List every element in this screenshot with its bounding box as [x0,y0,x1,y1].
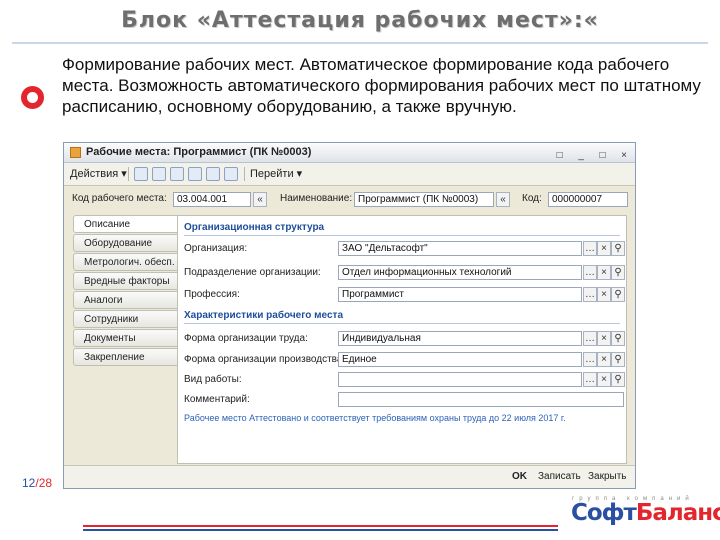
tab-documents[interactable]: Документы [73,329,180,347]
company-logo: СофтБаланс [571,500,720,526]
tab-description[interactable]: Описание [73,215,180,233]
ellipsis-icon[interactable]: … [583,372,597,387]
refresh-icon[interactable] [206,167,220,181]
code-field[interactable]: 03.004.001 [173,192,251,207]
tab-harmful-factors[interactable]: Вредные факторы [73,272,180,290]
section-divider [184,235,620,236]
actions-menu[interactable]: Действия ▾ [70,167,127,180]
production-form-field[interactable]: Единое [338,352,582,367]
nav-back-icon[interactable]: « [496,192,510,207]
tab-list: Описание Оборудование Метрологич. обесп.… [73,215,180,367]
app-window: Рабочие места: Программист (ПК №0003) □ … [63,142,636,489]
ellipsis-icon[interactable]: … [583,241,597,256]
labor-form-label: Форма организации труда: [184,333,308,344]
search-icon[interactable]: ⚲ [611,265,625,280]
page-total: 28 [38,476,53,490]
bullet-icon [21,86,44,109]
logo-part-balance: Баланс [635,500,720,526]
search-icon[interactable]: ⚲ [611,331,625,346]
title-divider [12,42,708,44]
production-form-label: Форма организации производства: [184,354,346,365]
clear-icon[interactable]: × [597,352,611,367]
close-button[interactable]: Закрыть [584,469,631,484]
tab-metrology[interactable]: Метрологич. обесп. [73,253,180,271]
ellipsis-icon[interactable]: … [583,265,597,280]
window-toolbar: Действия ▾ Перейти ▾ [64,163,635,186]
org-label: Организация: [184,243,248,254]
search-icon[interactable]: ⚲ [611,352,625,367]
clear-icon[interactable]: × [597,241,611,256]
dept-field[interactable]: Отдел информационных технологий [338,265,582,280]
footer-blue-line [83,529,558,531]
maximize-icon[interactable]: □ [596,149,610,163]
copy-icon[interactable] [152,167,166,181]
section-title-org: Организационная структура [184,222,325,233]
clear-icon[interactable]: × [597,372,611,387]
code2-label: Код: [522,193,542,204]
window-bottom-bar: OK Записать Закрыть [64,465,635,488]
dept-label: Подразделение организации: [184,267,321,278]
tab-employees[interactable]: Сотрудники [73,310,180,328]
section-divider [184,323,620,324]
org-field[interactable]: ЗАО "Дельтасофт" [338,241,582,256]
search-icon[interactable]: ⚲ [611,287,625,302]
goto-menu[interactable]: Перейти ▾ [250,167,302,180]
comment-field[interactable] [338,392,624,407]
name-label: Наименование: [280,193,353,204]
comment-label: Комментарий: [184,394,250,405]
slide-paragraph: Формирование рабочих мест. Автоматическо… [62,55,701,116]
code-label: Код рабочего места: [72,193,167,204]
delete-icon[interactable] [188,167,202,181]
window-titlebar: Рабочие места: Программист (ПК №0003) □ … [64,143,635,163]
slide-title: Блок «Аттестация рабочих мест»:« [121,8,599,33]
clear-icon[interactable]: × [597,265,611,280]
code2-field[interactable]: 000000007 [548,192,628,207]
nav-back-icon[interactable]: « [253,192,267,207]
page-number: 12/28 [22,476,52,490]
tab-analogs[interactable]: Аналоги [73,291,180,309]
edit-icon[interactable] [170,167,184,181]
name-field[interactable]: Программист (ПК №0003) [354,192,494,207]
labor-form-field[interactable]: Индивидуальная [338,331,582,346]
ellipsis-icon[interactable]: … [583,287,597,302]
ellipsis-icon[interactable]: … [583,352,597,367]
minimize-icon[interactable]: _ [574,149,588,163]
search-icon[interactable]: ⚲ [611,241,625,256]
toolbar-separator [244,167,245,181]
toolbar-separator [128,167,129,181]
window-title: Рабочие места: Программист (ПК №0003) [86,146,312,158]
tab-assignment[interactable]: Закрепление [73,348,180,366]
description-panel: Организационная структура Организация: З… [177,215,627,464]
search-icon[interactable]: ⚲ [611,372,625,387]
logo-part-soft: Софт [571,500,637,526]
save-button[interactable]: Записать [534,469,585,484]
tab-equipment[interactable]: Оборудование [73,234,180,252]
close-icon[interactable]: × [617,149,631,163]
window-app-icon [70,147,81,158]
clear-icon[interactable]: × [597,287,611,302]
footer-red-line [83,525,558,527]
ellipsis-icon[interactable]: … [583,331,597,346]
profession-label: Профессия: [184,289,240,300]
restore-icon[interactable]: □ [553,149,567,163]
new-icon[interactable] [134,167,148,181]
attestation-note: Рабочее место Аттестовано и соответствуе… [184,413,566,423]
ok-button[interactable]: OK [508,469,531,484]
clear-icon[interactable]: × [597,331,611,346]
work-type-field[interactable] [338,372,582,387]
page-current: 12 [22,476,36,490]
work-type-label: Вид работы: [184,374,242,385]
document-icon[interactable] [224,167,238,181]
profession-field[interactable]: Программист [338,287,582,302]
section-title-characteristics: Характеристики рабочего места [184,310,343,321]
window-controls: □ _ □ × [550,145,631,163]
